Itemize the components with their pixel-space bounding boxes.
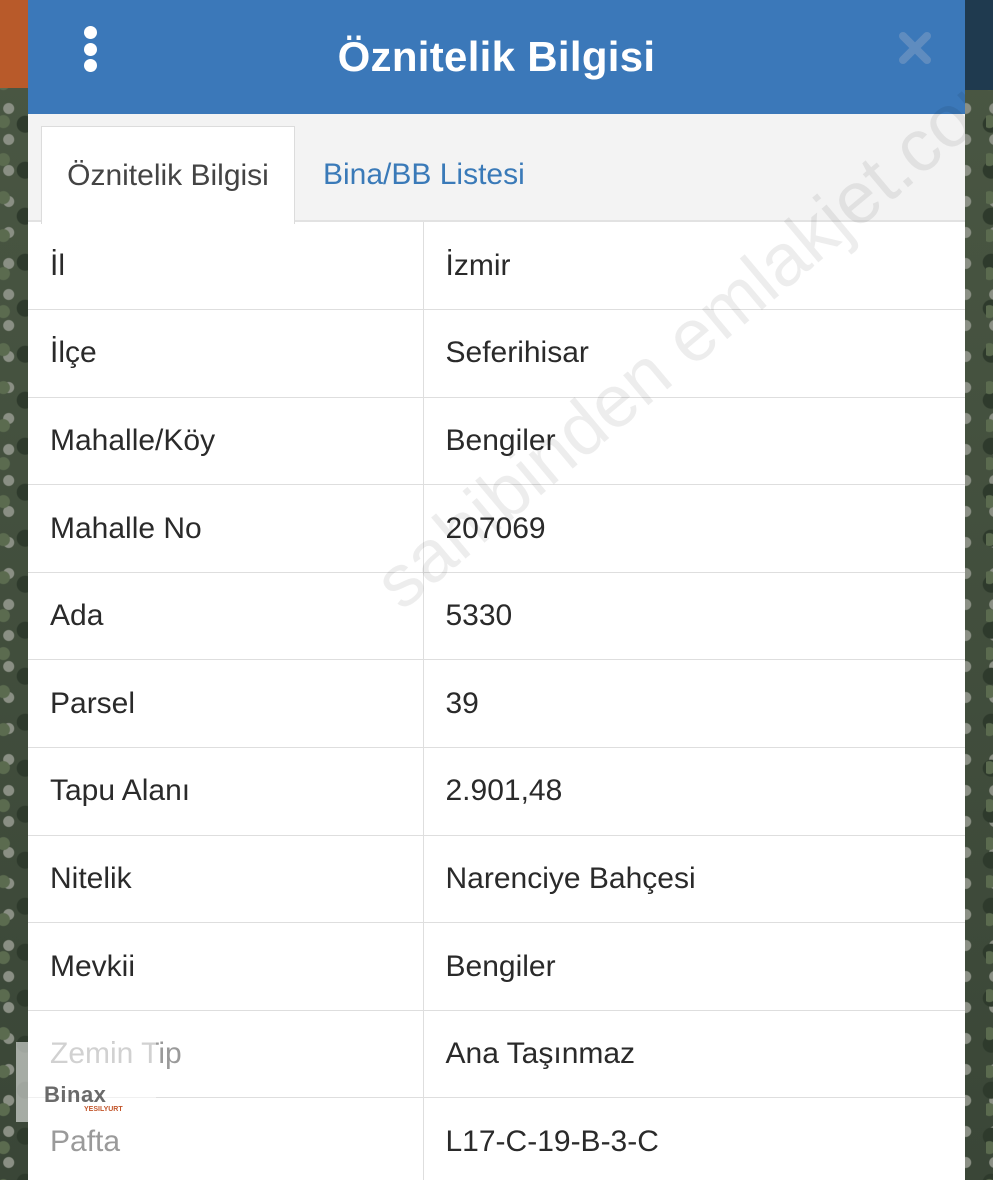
tab-building-list[interactable]: Bina/BB Listesi xyxy=(323,126,525,224)
row-key: İl xyxy=(28,222,424,311)
row-value: 207069 xyxy=(423,484,965,573)
dialog-header: Öznitelik Bilgisi xyxy=(28,0,965,114)
row-key: Ada xyxy=(28,572,424,661)
row-value: 5330 xyxy=(423,572,965,661)
table-row: İlçe Seferihisar xyxy=(28,309,965,398)
row-value: 2.901,48 xyxy=(423,747,965,836)
row-value: L17-C-19-B-3-C xyxy=(423,1097,965,1180)
logo-subtext: YESILYURT xyxy=(84,1106,123,1113)
map-background-edge xyxy=(0,0,30,88)
map-background-edge xyxy=(963,0,993,90)
table-row: İl İzmir xyxy=(28,222,965,311)
table-row: Nitelik Narenciye Bahçesi xyxy=(28,835,965,924)
table-row: Tapu Alanı 2.901,48 xyxy=(28,747,965,836)
kebab-menu-icon[interactable] xyxy=(82,26,98,72)
row-value: 39 xyxy=(423,659,965,749)
dialog-title: Öznitelik Bilgisi xyxy=(337,33,656,80)
table-row: Pafta L17-C-19-B-3-C xyxy=(28,1097,965,1180)
logo-text: Binax xyxy=(44,1082,107,1107)
row-key: Mahalle/Köy xyxy=(28,397,424,486)
close-icon[interactable] xyxy=(897,30,933,66)
row-value: Narenciye Bahçesi xyxy=(423,835,965,924)
row-value: Bengiler xyxy=(423,397,965,486)
row-value: İzmir xyxy=(423,222,965,311)
attribute-info-dialog: Öznitelik Bilgisi Öznitelik Bilgisi Bina… xyxy=(28,0,965,1180)
table-row: Mahalle No 207069 xyxy=(28,484,965,573)
brand-logo: Binax YESILYURT xyxy=(16,1042,156,1122)
table-row: Zemin TipAna Taşınmaz xyxy=(28,1010,965,1099)
row-value: Seferihisar xyxy=(423,309,965,398)
row-key: Nitelik xyxy=(28,835,424,924)
table-row: Mahalle/Köy Bengiler xyxy=(28,397,965,486)
tab-bar: Öznitelik Bilgisi Bina/BB Listesi xyxy=(28,114,965,224)
tab-attribute-info[interactable]: Öznitelik Bilgisi xyxy=(41,126,295,224)
row-value: Ana Taşınmaz xyxy=(423,1010,965,1099)
table-row: Parsel 39 xyxy=(28,659,965,749)
row-key: Mevkii xyxy=(28,922,424,1011)
table-row: Ada 5330 xyxy=(28,572,965,661)
attribute-table: İl İzmir İlçe Seferihisar Mahalle/Köy Bengi… xyxy=(28,222,965,1180)
row-key: Tapu Alanı xyxy=(28,747,424,836)
row-key: Parsel xyxy=(28,659,424,749)
row-key: Mahalle No xyxy=(28,484,424,573)
table-row: Mevkii Bengiler xyxy=(28,922,965,1011)
row-value: Bengiler xyxy=(423,922,965,1011)
row-key: İlçe xyxy=(28,309,424,398)
